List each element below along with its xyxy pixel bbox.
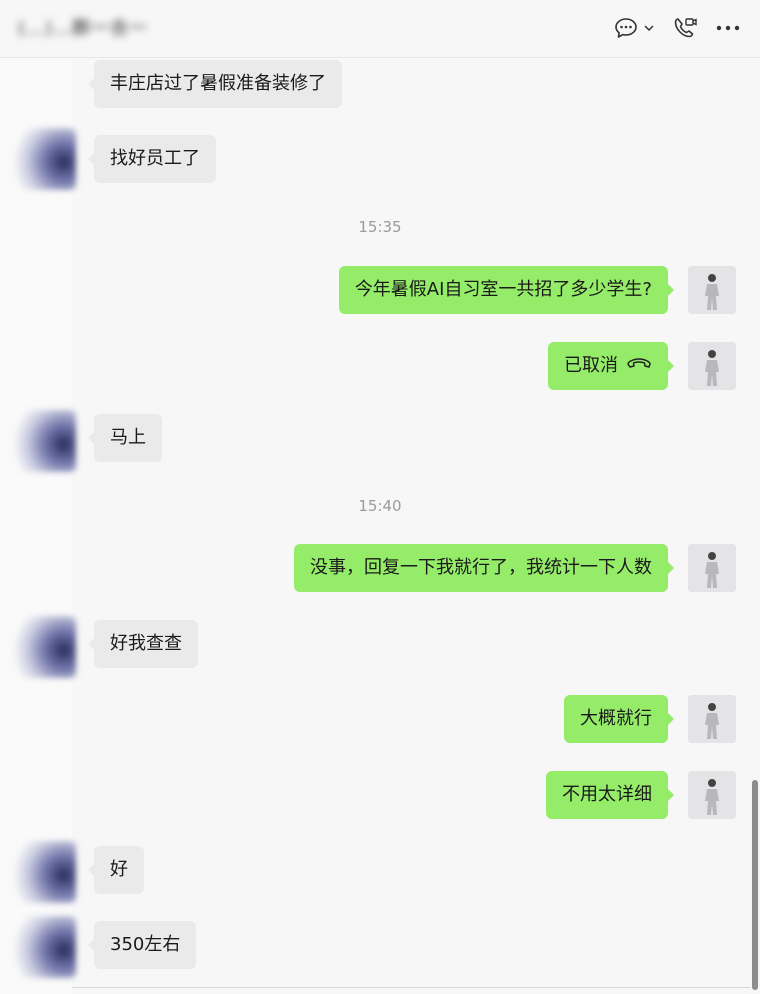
message-bubble-outgoing[interactable]: 没事，回复一下我就行了，我统计一下人数: [294, 544, 674, 592]
video-call-button[interactable]: [672, 14, 698, 42]
message-bubble-incoming[interactable]: 找好员工了: [88, 135, 216, 183]
chevron-down-icon: [644, 24, 654, 32]
contact-avatar[interactable]: [14, 410, 76, 472]
input-divider: [72, 987, 750, 988]
message-bubble-outgoing[interactable]: 今年暑假AI自习室一共招了多少学生?: [338, 266, 675, 314]
chat-info-button[interactable]: [614, 14, 654, 42]
timestamp: 15:40: [358, 497, 402, 515]
message-bubble-incoming[interactable]: 350左右: [87, 921, 197, 969]
more-icon: [716, 25, 740, 31]
contact-avatar[interactable]: [14, 841, 76, 903]
message-bubble-outgoing[interactable]: 大概就行: [564, 695, 674, 743]
chat-title: (…)…群一合一: [18, 18, 149, 39]
call-status-text: 已取消: [564, 355, 618, 376]
self-avatar[interactable]: [688, 771, 736, 819]
chat-bubble-icon: [614, 17, 638, 39]
message-bubble-incoming[interactable]: 好我查查: [88, 620, 198, 668]
self-avatar[interactable]: [688, 342, 736, 390]
chat-header: (…)…群一合一: [0, 0, 760, 58]
message-bubble-outgoing[interactable]: 不用太详细: [546, 771, 674, 819]
message-bubble-incoming[interactable]: 马上: [88, 414, 162, 462]
contact-avatar[interactable]: [14, 128, 76, 190]
video-call-icon: [672, 16, 698, 40]
self-avatar[interactable]: [688, 266, 736, 314]
more-button[interactable]: [716, 14, 740, 42]
header-actions: [614, 14, 740, 42]
scrollbar-thumb[interactable]: [752, 780, 758, 990]
call-cancelled-bubble[interactable]: 已取消: [548, 340, 674, 390]
message-list[interactable]: 丰庄店过了暑假准备装修了 找好员工了 15:35 今年暑假AI自习室一共招了多少…: [0, 58, 760, 994]
contact-avatar[interactable]: [14, 616, 76, 678]
self-avatar[interactable]: [688, 695, 736, 743]
chat-window: (…)…群一合一 丰庄店过了暑假准备装修了 找好员工了 15:35 今年暑假AI…: [0, 0, 760, 994]
hang-up-icon: [626, 340, 652, 388]
timestamp: 15:35: [358, 218, 402, 236]
message-bubble-incoming[interactable]: 好: [88, 846, 144, 894]
scrollbar[interactable]: [750, 58, 760, 994]
contact-avatar[interactable]: [14, 916, 76, 978]
self-avatar[interactable]: [688, 544, 736, 592]
message-bubble-incoming[interactable]: 丰庄店过了暑假准备装修了: [88, 60, 342, 108]
